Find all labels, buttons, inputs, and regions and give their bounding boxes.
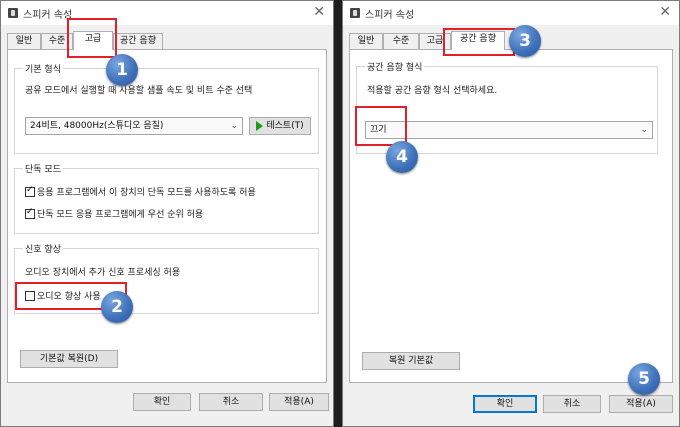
step-badge-3: 3: [509, 25, 541, 57]
allow-exclusive-label: 응용 프로그램에서 이 장치의 단독 모드를 사용하도록 허용: [37, 188, 256, 198]
speaker-app-icon: [8, 8, 18, 18]
exclusive-priority-label: 단독 모드 응용 프로그램에게 우선 순위 허용: [37, 210, 204, 220]
test-button[interactable]: 테스트(T): [249, 117, 311, 135]
step-badge-4: 4: [386, 141, 418, 173]
enhancement-description: 오디오 장치에서 추가 신호 프로세싱 허용: [25, 268, 181, 278]
spatial-format-dropdown[interactable]: 끄기 ⌄: [365, 121, 653, 139]
step-badge-2: 2: [101, 291, 133, 323]
format-description: 공유 모드에서 실행할 때 사용할 샘플 속도 및 비트 수준 선택: [25, 86, 253, 96]
play-icon: [256, 120, 264, 131]
title-bar: 스피커 속성 ✕: [343, 1, 679, 25]
chevron-down-icon: ⌄: [640, 125, 648, 135]
highlight-spatial-tab: [443, 28, 515, 56]
tab-general[interactable]: 일반: [349, 33, 383, 49]
window-title: 스피커 속성: [365, 10, 415, 21]
highlight-spatial-dropdown: [355, 106, 407, 146]
speaker-app-icon: [350, 8, 360, 18]
tab-spatial-sound[interactable]: 공간 음향: [113, 33, 163, 49]
chevron-down-icon: ⌄: [230, 121, 238, 131]
restore-defaults-button[interactable]: 기본값 복원(D): [20, 350, 118, 368]
close-icon[interactable]: ✕: [659, 4, 671, 20]
group-title: 신호 향상: [23, 242, 63, 255]
tab-panel-spatial: 공간 음향 형식 적용할 공간 음향 형식 선택하세요. 끄기 ⌄ 복원 기본값: [349, 49, 673, 383]
tab-general[interactable]: 일반: [7, 33, 41, 49]
step-badge-1: 1: [106, 54, 138, 86]
group-title: 기본 형식: [23, 62, 63, 75]
default-format-group: 기본 형식 공유 모드에서 실행할 때 사용할 샘플 속도 및 비트 수준 선택…: [14, 62, 319, 154]
restore-defaults-button[interactable]: 복원 기본값: [362, 352, 460, 370]
step-badge-5: 5: [628, 363, 660, 395]
spatial-description: 적용할 공간 음향 형식 선택하세요.: [367, 86, 498, 96]
format-selected-value: 24비트, 48000Hz(스튜디오 음질): [30, 121, 164, 131]
apply-button[interactable]: 적용(A): [609, 395, 673, 413]
ok-button[interactable]: 확인: [133, 393, 191, 411]
speaker-properties-dialog-advanced: 스피커 속성 ✕ 일반 수준 고급 공간 음향 기본 형식 공유 모드에서 실행…: [0, 0, 334, 427]
exclusive-mode-group: 단독 모드 응용 프로그램에서 이 장치의 단독 모드를 사용하도록 허용 단독…: [14, 162, 319, 234]
apply-button[interactable]: 적용(A): [269, 393, 329, 411]
window-title: 스피커 속성: [23, 10, 73, 21]
cancel-button[interactable]: 취소: [199, 393, 263, 411]
format-dropdown[interactable]: 24비트, 48000Hz(스튜디오 음질) ⌄: [25, 117, 243, 135]
test-button-label: 테스트(T): [266, 121, 304, 131]
tab-levels[interactable]: 수준: [383, 33, 419, 49]
title-bar: 스피커 속성 ✕: [1, 1, 333, 25]
allow-exclusive-checkbox[interactable]: [25, 185, 35, 197]
ok-button[interactable]: 확인: [473, 395, 537, 413]
speaker-properties-dialog-spatial: 스피커 속성 ✕ 일반 수준 고급 공간 음향 공간 음향 형식 적용할 공간 …: [342, 0, 680, 427]
close-icon[interactable]: ✕: [313, 4, 325, 20]
exclusive-priority-checkbox[interactable]: [25, 207, 35, 219]
group-title: 단독 모드: [23, 162, 63, 175]
highlight-advanced-tab: [67, 18, 117, 58]
tab-panel-advanced: 기본 형식 공유 모드에서 실행할 때 사용할 샘플 속도 및 비트 수준 선택…: [7, 49, 327, 383]
group-title: 공간 음향 형식: [365, 60, 425, 73]
cancel-button[interactable]: 취소: [543, 395, 601, 413]
